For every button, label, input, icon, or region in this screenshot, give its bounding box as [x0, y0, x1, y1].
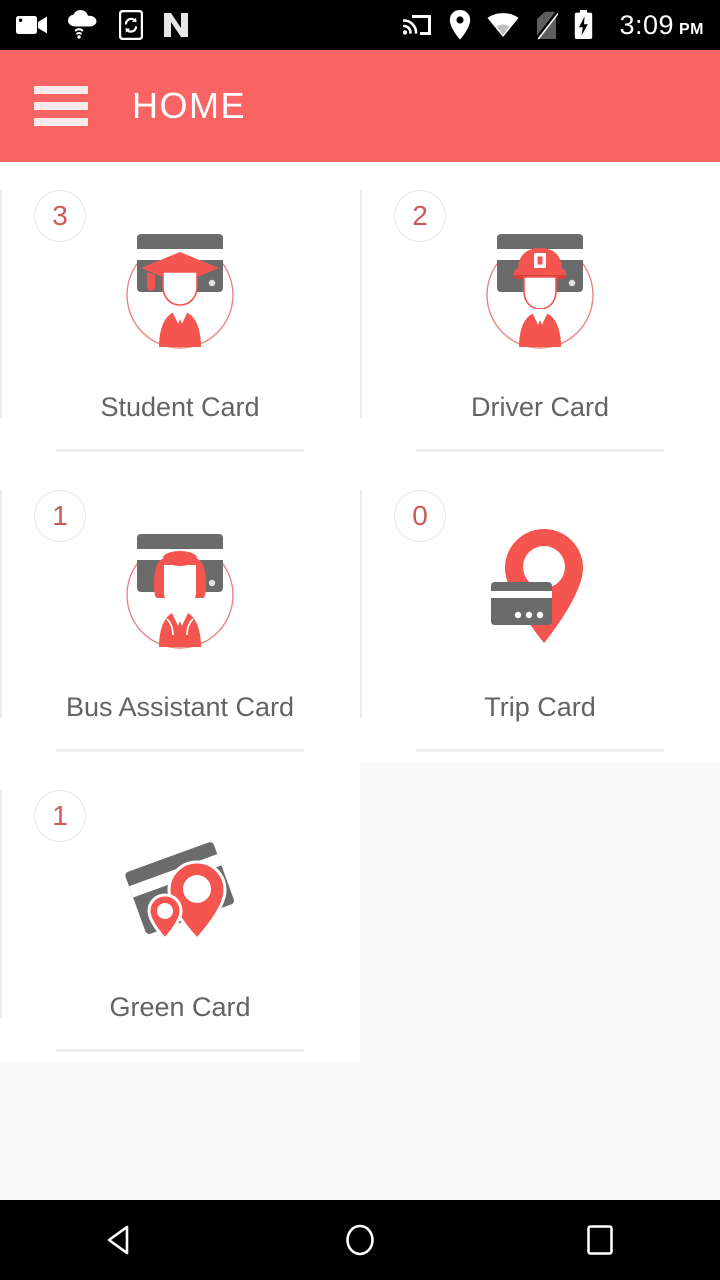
tile-left-divider [360, 490, 362, 718]
clock-meridiem: PM [679, 20, 704, 38]
tile-bottom-divider [56, 1049, 304, 1052]
pin-credit-card-icon [475, 524, 605, 654]
status-bar: 3:09 PM [0, 0, 720, 50]
status-badge: 1 [34, 790, 86, 842]
phone-sync-icon [119, 10, 143, 40]
nougat-n-icon [164, 13, 188, 37]
graduate-person-card-icon [115, 224, 245, 354]
tile-bottom-divider [56, 449, 304, 452]
tile-bottom-divider [416, 449, 664, 452]
tile-left-divider [360, 190, 362, 418]
status-badge: 2 [394, 190, 446, 242]
status-badge: 1 [34, 490, 86, 542]
status-bar-left-icons [16, 10, 190, 40]
page-title: HOME [132, 85, 246, 126]
assistant-person-card-icon [115, 524, 245, 654]
tile-left-divider [0, 790, 2, 1018]
card-tile-label: Trip Card [484, 692, 596, 722]
app-bar: HOME [0, 50, 720, 162]
recents-square-icon[interactable] [540, 1200, 660, 1280]
tile-left-divider [0, 190, 2, 418]
card-row: 1 [0, 762, 720, 1062]
card-tile-driver-card[interactable]: 2 Driver Card [360, 162, 720, 462]
status-bar-right-icons: 3:09 PM [403, 10, 704, 41]
home-circle-icon[interactable] [300, 1200, 420, 1280]
video-camera-icon [16, 16, 47, 34]
wifi-icon [487, 12, 519, 37]
driver-person-card-icon [475, 224, 605, 354]
location-pin-icon [450, 10, 471, 40]
cast-screen-icon [403, 15, 432, 35]
card-tile-label: Bus Assistant Card [65, 692, 295, 722]
sim-off-icon [535, 10, 559, 40]
card-grid: 3 Student Card 2 Driver Card 1 Bus Assis… [0, 162, 720, 1062]
tile-left-divider [0, 490, 2, 718]
card-tile-bus-assistant-card[interactable]: 1 Bus Assistant Card [0, 462, 360, 762]
phone-screen: 3:09 PM HOME 3 Student Card 2 Driver Car… [0, 0, 720, 1280]
card-tile-label: Driver Card [470, 392, 610, 422]
card-row: 1 [0, 462, 720, 762]
hamburger-menu-icon[interactable] [34, 86, 88, 126]
tilted-card-two-pins-icon [115, 824, 245, 954]
back-triangle-icon[interactable] [60, 1200, 180, 1280]
card-tile-label: Green Card [109, 992, 251, 1022]
card-tile-green-card[interactable]: 1 Green Card [0, 762, 360, 1062]
card-tile-trip-card[interactable]: 0 Trip Card [360, 462, 720, 762]
status-bar-clock: 3:09 PM [619, 10, 704, 41]
status-badge: 0 [394, 490, 446, 542]
card-tile-student-card[interactable]: 3 Student Card [0, 162, 360, 462]
card-row: 3 Student Card 2 Driver Card [0, 162, 720, 462]
tile-bottom-divider [56, 749, 304, 752]
android-navigation-bar [0, 1200, 720, 1280]
card-tile-empty-slot [360, 762, 720, 1062]
status-badge: 3 [34, 190, 86, 242]
card-grid-scroll-area[interactable]: 3 Student Card 2 Driver Card 1 Bus Assis… [0, 162, 720, 1200]
cloud-wifi-icon [68, 10, 97, 39]
tile-bottom-divider [416, 749, 664, 752]
card-tile-label: Student Card [100, 392, 260, 422]
clock-time: 3:09 [619, 9, 674, 40]
battery-charging-icon [575, 10, 593, 39]
